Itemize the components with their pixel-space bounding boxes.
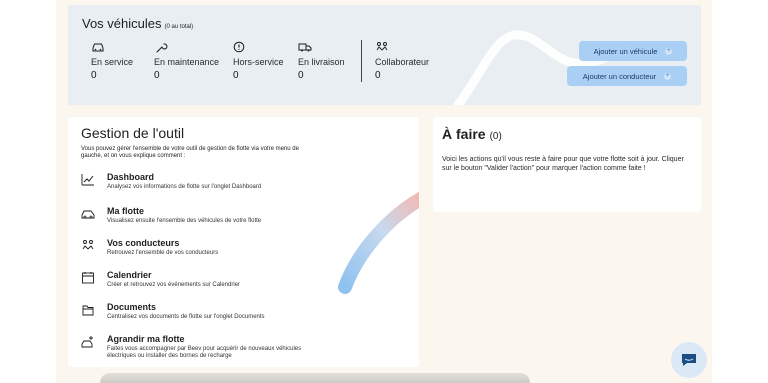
- stat-en-service: En service 0: [91, 41, 133, 81]
- stat-label: En maintenance: [154, 57, 220, 67]
- stat-label: Collaborateur: [375, 57, 430, 67]
- add-driver-label: Ajouter un conducteur: [582, 71, 657, 81]
- item-description: Analysez vos informations de flotte sur …: [107, 184, 262, 190]
- stat-value: 0: [375, 70, 381, 81]
- vehicles-title-text: Vos véhicules: [82, 16, 162, 31]
- chat-bubble-icon: [682, 354, 696, 366]
- item-description: Centralisez vos documents de flotte sur …: [107, 314, 265, 320]
- add-vehicle-label: Ajouter un véhicule: [593, 46, 658, 56]
- car-icon: [92, 43, 104, 52]
- calendar-icon: [82, 272, 94, 284]
- add-driver-button[interactable]: Ajouter un conducteur +: [567, 66, 687, 86]
- item-name: Vos conducteurs: [107, 238, 180, 248]
- documents-icon: [82, 305, 94, 316]
- collaborator-icon: [376, 42, 388, 51]
- vehicles-total: (0 au total): [164, 24, 194, 30]
- todo-title-text: À faire: [442, 126, 486, 142]
- bottom-panel-edge: [100, 373, 530, 383]
- item-description: Créer et retrouvez vos événements sur Ca…: [107, 282, 241, 288]
- todo-card: À faire (0) Voici les actions qu'il vous …: [433, 117, 701, 212]
- truck-icon: [298, 43, 312, 52]
- item-name: Agrandir ma flotte: [107, 334, 185, 344]
- item-name: Documents: [107, 302, 157, 312]
- stat-en-maintenance: En maintenance 0: [154, 41, 219, 81]
- chart-icon: [81, 174, 94, 186]
- item-name: Dashboard: [107, 172, 155, 182]
- stat-collaborateur: Collaborateur 0: [375, 41, 429, 81]
- stat-value: 0: [91, 70, 97, 81]
- item-description: Faites vous accompagner par Beev pour ac…: [107, 346, 302, 359]
- todo-title: À faire (0): [442, 126, 502, 142]
- vehicles-title: Vos véhicules (0 au total): [82, 16, 193, 31]
- vehicles-panel: Vos véhicules (0 au total) En service 0 E…: [68, 5, 701, 105]
- add-vehicle-button[interactable]: Ajouter un véhicule +: [579, 41, 687, 61]
- drivers-icon: [82, 240, 94, 250]
- stats-divider: [361, 40, 362, 82]
- tool-title: Gestion de l'outil: [81, 125, 185, 141]
- item-description: Retrouvez l'ensemble de vos conducteurs: [107, 250, 219, 256]
- stat-value: 0: [298, 70, 304, 81]
- chat-button[interactable]: [671, 342, 707, 378]
- todo-description: Voici les actions qu'il vous reste à fai…: [442, 156, 684, 172]
- stat-label: En livraison: [298, 57, 345, 67]
- plus-icon: +: [665, 47, 673, 55]
- item-name: Ma flotte: [107, 206, 144, 216]
- stat-value: 0: [233, 70, 239, 81]
- todo-count: (0): [489, 131, 502, 142]
- warning-circle-icon: [233, 41, 245, 53]
- stat-en-livraison: En livraison 0: [298, 41, 345, 81]
- item-name: Calendrier: [107, 270, 152, 280]
- stat-value: 0: [154, 70, 160, 81]
- tool-management-card: Gestion de l'outil Vous pouvez gérer l'e…: [68, 117, 419, 367]
- item-description: Visualisez ensuite l'ensemble des véhicu…: [107, 218, 262, 224]
- stat-label: Hors-service: [233, 57, 284, 67]
- tool-intro: Vous pouvez gérer l'ensemble de votre ou…: [81, 146, 299, 159]
- car-outline-icon: [81, 210, 95, 219]
- stat-hors-service: Hors-service 0: [233, 41, 284, 81]
- plus-icon: +: [664, 72, 672, 80]
- stat-label: En service: [91, 57, 134, 67]
- wrench-icon: [156, 43, 168, 53]
- expand-fleet-icon: [81, 336, 93, 348]
